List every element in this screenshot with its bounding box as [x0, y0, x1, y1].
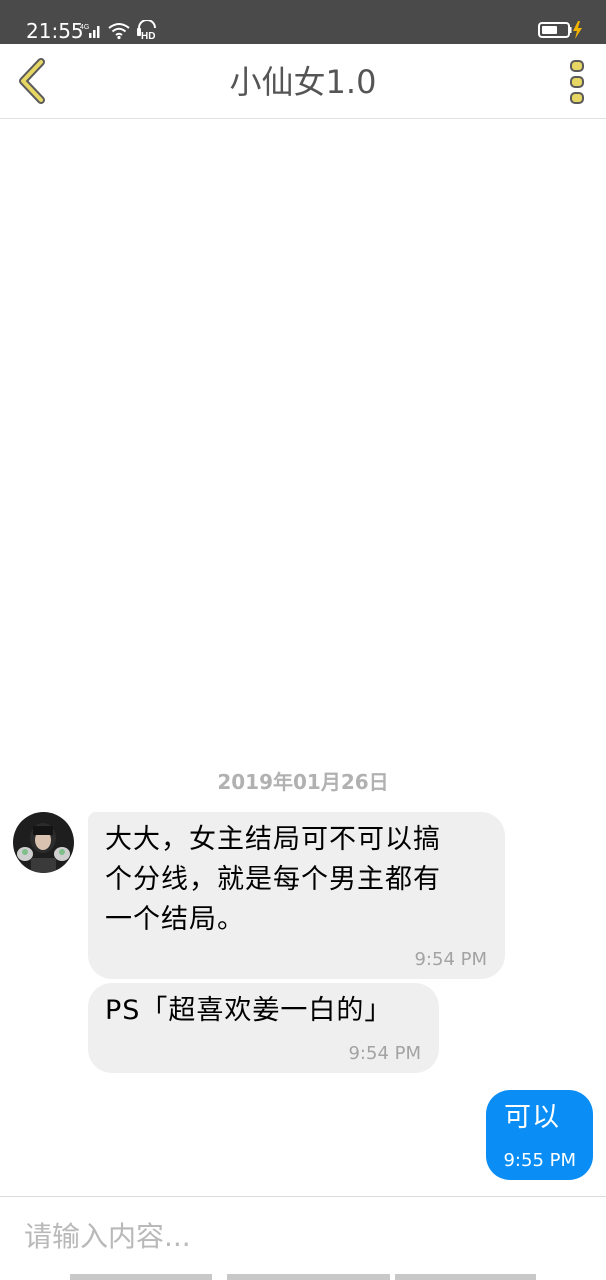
hd-label: HD	[141, 31, 155, 40]
wifi-icon	[108, 22, 130, 44]
message-bubble-incoming[interactable]: 大大，女主结局可不可以搞 个分线，就是每个男主都有 一个结局。 9:54 PM	[88, 812, 505, 979]
status-bar: 21:55 4G HD	[0, 0, 606, 44]
chat-title: 小仙女1.0	[229, 63, 377, 101]
avatar[interactable]	[13, 812, 74, 873]
more-options-button[interactable]	[568, 58, 588, 106]
date-divider: 2019年01月26日	[217, 770, 389, 794]
chat-header: 小仙女1.0	[0, 44, 606, 119]
message-text: 大大，女主结局可不可以搞 个分线，就是每个男主都有 一个结局。	[105, 820, 487, 940]
message-line: PS「超喜欢姜一白的」	[105, 995, 393, 1026]
message-line: 大大，女主结局可不可以搞	[105, 824, 441, 855]
message-bubble-outgoing[interactable]: 可以 9:55 PM	[486, 1090, 593, 1180]
bottom-strip	[227, 1274, 390, 1280]
message-input[interactable]	[12, 1211, 606, 1261]
message-bubble-incoming[interactable]: PS「超喜欢姜一白的」 9:54 PM	[88, 983, 439, 1073]
user-avatar-image	[13, 812, 74, 873]
message-time: 9:54 PM	[348, 1043, 421, 1064]
battery-charging-icon	[538, 20, 584, 44]
more-vertical-icon	[570, 60, 584, 104]
message-line: 一个结局。	[105, 904, 245, 935]
signal-icon: 4G	[80, 22, 102, 44]
message-time: 9:54 PM	[414, 949, 487, 970]
bottom-strip	[70, 1274, 212, 1280]
status-time: 21:55	[26, 19, 84, 43]
status-icons: 4G HD	[80, 18, 158, 44]
bottom-strip	[395, 1274, 536, 1280]
hd-icon: HD	[136, 19, 158, 44]
message-text: PS「超喜欢姜一白的」	[105, 991, 421, 1031]
message-line: 个分线，就是每个男主都有	[105, 864, 441, 895]
message-line: 可以	[504, 1102, 560, 1133]
chat-screen: 21:55 4G HD 小仙女1.0 2019年01月26日 大大，女主结局可不…	[0, 0, 606, 1280]
message-input-bar	[0, 1196, 606, 1280]
network-label: 4G	[80, 24, 89, 31]
message-time: 9:55 PM	[503, 1150, 576, 1171]
message-text: 可以	[504, 1098, 593, 1138]
